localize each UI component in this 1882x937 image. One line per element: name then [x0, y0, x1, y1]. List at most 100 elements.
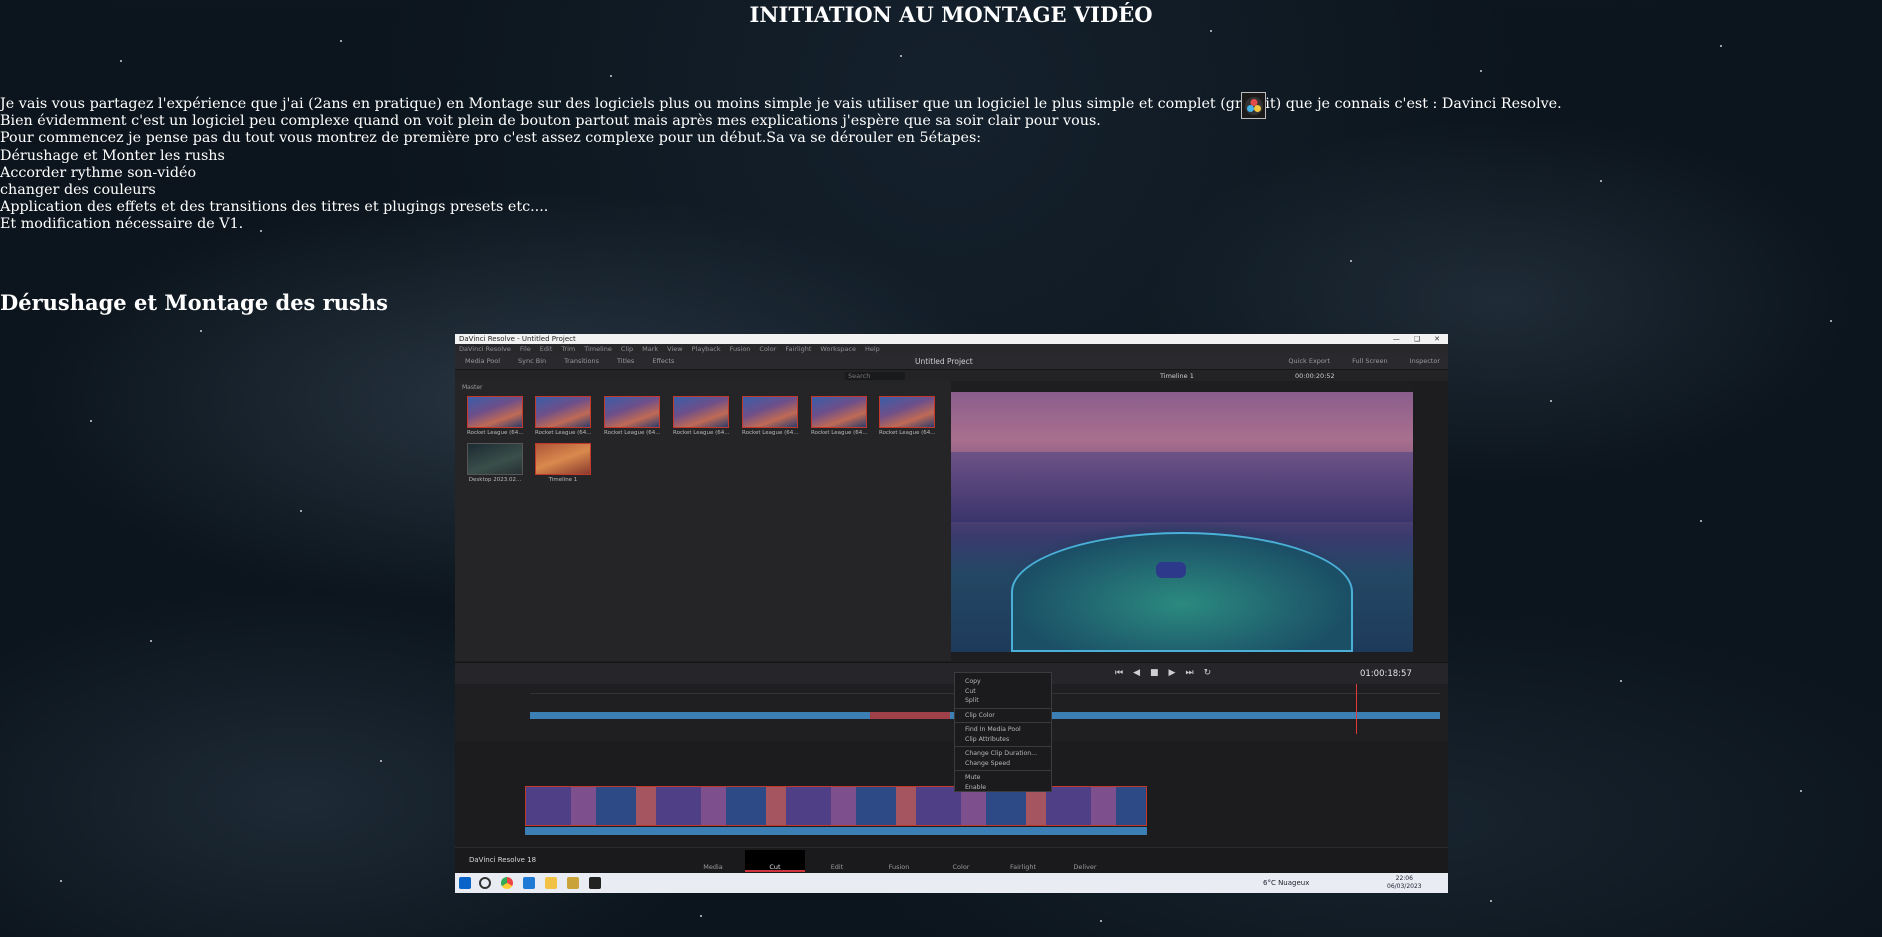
- intro-line: Pour commencez je pense pas du tout vous…: [0, 130, 982, 147]
- menu-item[interactable]: Mark: [642, 345, 658, 353]
- menu-item[interactable]: Fairlight: [785, 345, 811, 353]
- menu-item[interactable]: Clip: [621, 345, 633, 353]
- timeline-item[interactable]: Timeline 1: [535, 443, 591, 483]
- page-color[interactable]: Color: [931, 850, 991, 872]
- audio-clip[interactable]: [525, 827, 1147, 835]
- play-icon[interactable]: ▶: [1169, 668, 1176, 678]
- media-clip[interactable]: Rocket League (64...: [811, 396, 867, 436]
- clip-caption: Rocket League (64...: [673, 430, 729, 436]
- media-clip[interactable]: Rocket League (64...: [467, 396, 523, 436]
- intro-line: Dérushage et Monter les rushs: [0, 147, 225, 164]
- full-screen-button[interactable]: Full Screen: [1352, 357, 1388, 365]
- clip-caption: Timeline 1: [548, 477, 578, 483]
- media-clip[interactable]: Rocket League (64...: [742, 396, 798, 436]
- upper-track-selected[interactable]: [870, 712, 950, 719]
- intro-line: Accorder rythme son-vidéo: [0, 164, 197, 181]
- media-clip[interactable]: Rocket League (64...: [535, 396, 591, 436]
- toolbar-transitions[interactable]: Transitions: [564, 357, 599, 365]
- davinci-taskbar-icon[interactable]: [589, 877, 601, 889]
- menu-item[interactable]: Color: [759, 345, 776, 353]
- search-input[interactable]: Search: [845, 371, 905, 380]
- menu-item[interactable]: Playback: [692, 345, 721, 353]
- page-edit[interactable]: Edit: [807, 850, 867, 872]
- vscode-icon[interactable]: [523, 877, 535, 889]
- media-clip[interactable]: Rocket League (64...: [604, 396, 660, 436]
- loop-icon[interactable]: ↻: [1204, 668, 1212, 678]
- timeline-selector[interactable]: Timeline 1: [1160, 372, 1194, 380]
- menu-item[interactable]: Edit: [540, 345, 553, 353]
- menu-enable[interactable]: Enable: [965, 783, 1051, 793]
- toolbar-sync-bin[interactable]: Sync Bin: [518, 357, 546, 365]
- menu-mute[interactable]: Mute: [965, 773, 1051, 783]
- app-brand: DaVinci Resolve 18: [469, 856, 537, 864]
- windows-start-icon[interactable]: [459, 877, 471, 889]
- page-fusion[interactable]: Fusion: [869, 850, 929, 872]
- menu-item[interactable]: Help: [865, 345, 880, 353]
- menu-item[interactable]: View: [667, 345, 682, 353]
- page-navigation: DaVinci Resolve 18 Media Cut Edit Fusion…: [455, 847, 1448, 873]
- section-title: Dérushage et Montage des rushs: [0, 290, 388, 315]
- playhead[interactable]: [1356, 684, 1357, 734]
- menu-item[interactable]: Fusion: [730, 345, 751, 353]
- folder-icon[interactable]: [567, 877, 579, 889]
- menu-item[interactable]: Timeline: [584, 345, 612, 353]
- clock-date: 06/03/2023: [1387, 882, 1422, 890]
- menu-item[interactable]: Workspace: [820, 345, 856, 353]
- media-clip[interactable]: Rocket League (64...: [879, 396, 935, 436]
- quick-export-button[interactable]: Quick Export: [1288, 357, 1330, 365]
- menu-clip-attributes[interactable]: Clip Attributes: [965, 735, 1051, 745]
- media-clip[interactable]: Desktop 2023.02...: [467, 443, 523, 483]
- menu-split[interactable]: Split: [965, 696, 1051, 706]
- windows-taskbar: 6°C Nuageux 22:06 06/03/2023: [455, 873, 1448, 893]
- maximize-icon[interactable]: ❑: [1414, 335, 1420, 343]
- menu-find-in-media-pool[interactable]: Find In Media Pool: [965, 725, 1051, 735]
- intro-line: Et modification nécessaire de V1.: [0, 216, 244, 233]
- clip-caption: Rocket League (64...: [811, 430, 867, 436]
- menu-clip-color[interactable]: Clip Color: [965, 711, 1051, 721]
- jump-start-icon[interactable]: ⏮: [1115, 668, 1123, 678]
- close-icon[interactable]: ✕: [1434, 335, 1440, 343]
- video-viewer[interactable]: [951, 392, 1413, 652]
- inspector-button[interactable]: Inspector: [1410, 357, 1440, 365]
- file-explorer-icon[interactable]: [545, 877, 557, 889]
- page-deliver[interactable]: Deliver: [1055, 850, 1115, 872]
- context-menu: Copy Cut Split Clip Color Find In Media …: [954, 672, 1052, 792]
- menu-cut[interactable]: Cut: [965, 687, 1051, 697]
- chrome-icon[interactable]: [501, 877, 513, 889]
- menu-copy[interactable]: Copy: [965, 677, 1051, 687]
- menu-change-speed[interactable]: Change Speed: [965, 759, 1051, 769]
- system-clock[interactable]: 22:06 06/03/2023: [1387, 875, 1422, 890]
- clip-thumbnail: [535, 443, 591, 475]
- viewer-frame: [1011, 532, 1353, 652]
- stop-icon[interactable]: ■: [1150, 668, 1159, 678]
- toolbar-media-pool[interactable]: Media Pool: [465, 357, 500, 365]
- clip-caption: Rocket League (64...: [535, 430, 591, 436]
- clip-thumbnail: [467, 396, 523, 428]
- search-icon[interactable]: [479, 877, 491, 889]
- video-clip[interactable]: [525, 786, 1147, 826]
- upper-timeline[interactable]: [455, 684, 1448, 742]
- clip-caption: Rocket League (64...: [742, 430, 798, 436]
- weather-widget[interactable]: 6°C Nuageux: [1263, 879, 1309, 887]
- clip-thumbnail: [879, 396, 935, 428]
- intro-line: changer des couleurs: [0, 182, 156, 199]
- minimize-icon[interactable]: —: [1393, 335, 1400, 343]
- window-titlebar: DaVinci Resolve - Untitled Project — ❑ ✕: [455, 334, 1448, 344]
- menu-item[interactable]: Trim: [561, 345, 575, 353]
- page-media[interactable]: Media: [683, 850, 743, 872]
- toolbar-effects[interactable]: Effects: [652, 357, 674, 365]
- clip-thumbnail: [604, 396, 660, 428]
- menu-item[interactable]: File: [520, 345, 531, 353]
- toolbar-titles[interactable]: Titles: [617, 357, 634, 365]
- menu-bar: DaVinci Resolve File Edit Trim Timeline …: [455, 344, 1448, 353]
- menu-change-clip-duration[interactable]: Change Clip Duration...: [965, 749, 1051, 759]
- page-fairlight[interactable]: Fairlight: [993, 850, 1053, 872]
- page-cut[interactable]: Cut: [745, 850, 805, 872]
- media-clip[interactable]: Rocket League (64...: [673, 396, 729, 436]
- clip-caption: Rocket League (64...: [467, 430, 523, 436]
- clip-caption: Rocket League (64...: [879, 430, 935, 436]
- secondary-toolbar: Search Timeline 1 00:00:20:52: [455, 370, 1448, 381]
- menu-item[interactable]: DaVinci Resolve: [459, 345, 511, 353]
- reverse-play-icon[interactable]: ◀: [1133, 668, 1140, 678]
- jump-end-icon[interactable]: ⏭: [1185, 668, 1193, 678]
